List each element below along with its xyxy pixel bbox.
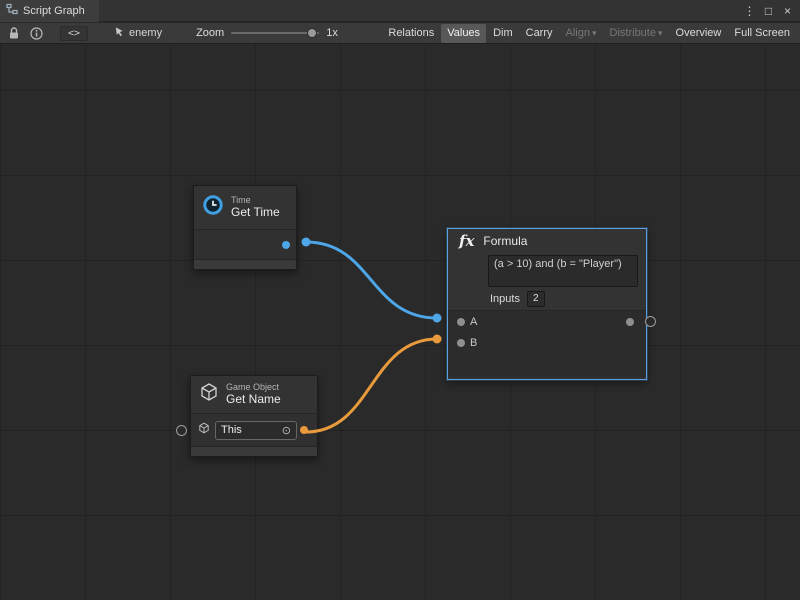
maximize-icon[interactable]: □ bbox=[760, 2, 777, 20]
toolbar-button-values[interactable]: Values bbox=[441, 24, 486, 43]
output-port[interactable] bbox=[300, 426, 308, 434]
toolbar-button-align[interactable]: Align▾ bbox=[560, 24, 603, 43]
title-bar: Script Graph ⋮ □ × bbox=[0, 0, 800, 22]
script-graph-window: Script Graph ⋮ □ × <> bbox=[0, 0, 800, 600]
lock-icon[interactable] bbox=[3, 23, 25, 43]
port-row-b: B bbox=[448, 332, 646, 353]
target-object-value: This bbox=[221, 424, 242, 436]
inputs-label: Inputs bbox=[490, 293, 520, 305]
chevron-down-icon: ▾ bbox=[592, 28, 597, 38]
node-body: This ⊙ bbox=[191, 414, 317, 447]
node-category: Game Object bbox=[226, 382, 281, 392]
input-port-outer-circle[interactable] bbox=[176, 425, 187, 436]
node-formula[interactable]: fx Formula (a > 10) and (b = "Player") I… bbox=[447, 228, 647, 380]
code-view-button[interactable]: <> bbox=[60, 26, 88, 41]
inputs-count-field[interactable]: 2 bbox=[527, 291, 545, 307]
target-object-field[interactable]: This ⊙ bbox=[215, 421, 297, 440]
formula-icon: fx bbox=[459, 232, 474, 250]
window-controls: ⋮ □ × bbox=[741, 2, 800, 20]
zoom-slider[interactable] bbox=[231, 32, 319, 34]
toolbar-button-fullscreen[interactable]: Full Screen bbox=[728, 24, 796, 43]
cube-icon bbox=[199, 382, 219, 407]
formula-expression-input[interactable]: (a > 10) and (b = "Player") bbox=[488, 255, 638, 287]
chevron-down-icon: ▾ bbox=[658, 28, 663, 38]
close-icon[interactable]: × bbox=[779, 2, 796, 20]
distribute-label: Distribute bbox=[610, 27, 656, 39]
node-header: Time Get Time bbox=[194, 186, 296, 230]
cube-icon-small bbox=[198, 421, 210, 439]
output-port[interactable] bbox=[626, 318, 634, 326]
script-graph-icon bbox=[6, 3, 18, 18]
zoom-control: Zoom 1x bbox=[196, 27, 338, 39]
graph-target[interactable]: enemy bbox=[114, 26, 162, 40]
node-footer bbox=[194, 260, 296, 269]
ports-area: A B bbox=[448, 310, 646, 377]
input-port-a[interactable] bbox=[457, 318, 465, 326]
tab-title: Script Graph bbox=[23, 5, 85, 17]
node-header: Game Object Get Name bbox=[191, 376, 317, 414]
zoom-value: 1x bbox=[326, 27, 338, 39]
output-port[interactable] bbox=[282, 241, 290, 249]
info-icon[interactable] bbox=[25, 23, 48, 43]
tab-script-graph[interactable]: Script Graph bbox=[0, 0, 99, 22]
align-label: Align bbox=[566, 27, 590, 39]
port-row-a: A bbox=[448, 311, 646, 332]
node-body bbox=[194, 230, 296, 260]
zoom-label: Zoom bbox=[196, 27, 224, 39]
node-category: Time bbox=[231, 195, 280, 205]
clock-icon bbox=[202, 194, 224, 221]
graph-target-label: enemy bbox=[129, 27, 162, 39]
node-title: Formula bbox=[483, 234, 527, 248]
zoom-slider-handle[interactable] bbox=[307, 28, 317, 38]
toolbar-button-dim[interactable]: Dim bbox=[487, 24, 519, 43]
pointer-icon bbox=[114, 26, 125, 40]
input-port-b[interactable] bbox=[457, 339, 465, 347]
toolbar-button-carry[interactable]: Carry bbox=[520, 24, 559, 43]
node-get-time[interactable]: Time Get Time bbox=[193, 185, 297, 270]
toolbar-button-distribute[interactable]: Distribute▾ bbox=[604, 24, 669, 43]
port-label-a: A bbox=[470, 316, 477, 328]
toolbar-button-overview[interactable]: Overview bbox=[670, 24, 728, 43]
node-footer bbox=[191, 447, 317, 456]
graph-canvas[interactable] bbox=[0, 45, 800, 600]
node-header: fx Formula bbox=[448, 229, 646, 253]
inputs-row: Inputs 2 bbox=[490, 291, 638, 306]
toolbar-buttons: Relations Values Dim Carry Align▾ Distri… bbox=[382, 24, 797, 43]
toolbar-button-relations[interactable]: Relations bbox=[382, 24, 440, 43]
node-title: Get Name bbox=[226, 392, 281, 406]
port-label-b: B bbox=[470, 337, 477, 349]
output-port-outer-circle[interactable] bbox=[645, 316, 656, 327]
node-title: Get Time bbox=[231, 205, 280, 219]
object-picker-icon[interactable]: ⊙ bbox=[282, 424, 291, 437]
node-get-name[interactable]: Game Object Get Name This ⊙ bbox=[190, 375, 318, 457]
graph-toolbar: <> enemy Zoom 1x Relations Values Dim Ca… bbox=[0, 23, 800, 44]
menu-icon[interactable]: ⋮ bbox=[741, 2, 758, 20]
